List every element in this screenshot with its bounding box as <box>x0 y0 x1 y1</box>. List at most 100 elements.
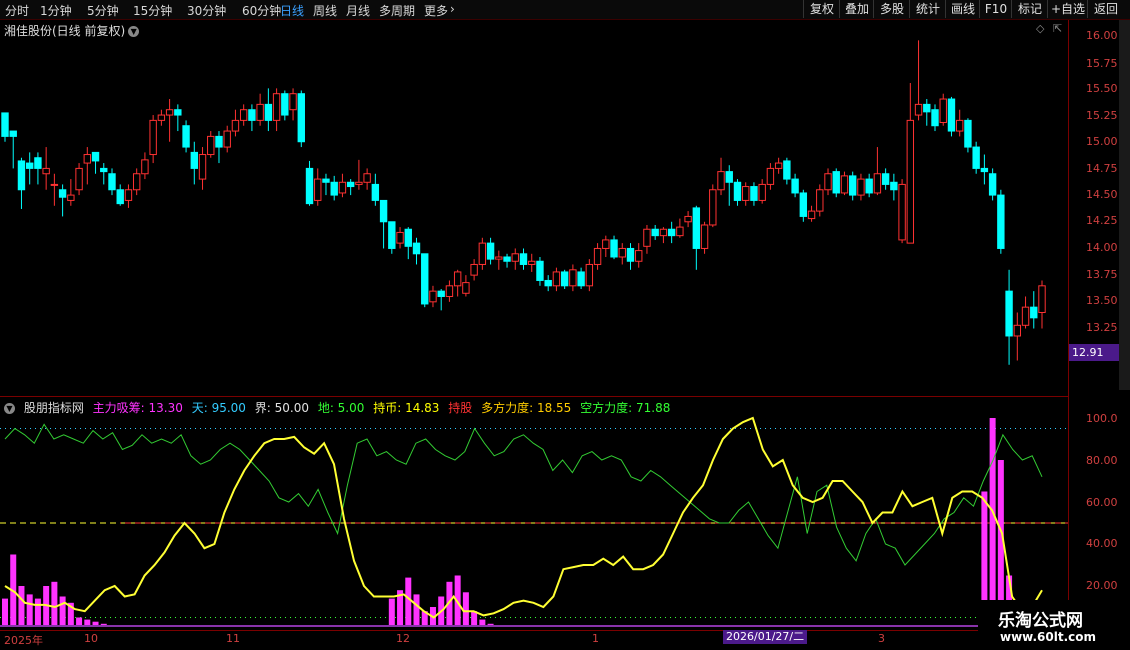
legend-kongfang: 空方力度: 71.88 <box>580 401 671 415</box>
candle-body <box>190 151 198 169</box>
candle-body <box>157 114 166 121</box>
candle-body <box>931 109 939 127</box>
candle-body <box>141 159 149 175</box>
candle-body <box>445 285 454 297</box>
indicator-axis-label: 60.00 <box>1086 496 1118 509</box>
candle-body <box>116 189 124 205</box>
candle-body <box>322 178 330 183</box>
candle-body <box>289 93 297 111</box>
candle-body <box>824 173 832 191</box>
candle-body <box>215 135 223 148</box>
legend-tian: 天: 95.00 <box>191 401 246 415</box>
indicator-legend: ▼ 股朋指标网 主力吸筹: 13.30 天: 95.00 界: 50.00 地:… <box>4 399 675 416</box>
candle-body <box>462 282 470 294</box>
candle-body <box>132 173 141 191</box>
date-label: 10 <box>84 632 98 645</box>
price-axis-label: 16.00 <box>1086 29 1118 42</box>
date-label: 11 <box>226 632 240 645</box>
price-axis-label: 15.75 <box>1086 57 1118 70</box>
candle-body <box>898 183 906 241</box>
price-axis-label: 14.50 <box>1086 188 1118 201</box>
candle-body <box>100 167 108 173</box>
candle-body <box>799 192 808 217</box>
candle-body <box>881 173 890 185</box>
indicator-name[interactable]: 股朋指标网 <box>24 401 84 415</box>
chart-canvas[interactable] <box>0 0 1068 630</box>
zhuli-bar <box>388 598 395 626</box>
zhuli-bar <box>26 594 33 626</box>
indicator-axis-label: 80.00 <box>1086 454 1118 467</box>
candle-body <box>486 242 495 260</box>
zhuli-bar <box>18 586 25 626</box>
candle-body <box>1013 324 1022 337</box>
candle-body <box>964 119 972 148</box>
candle-body <box>248 109 256 121</box>
watermark-title: 乐淘公式网 <box>998 611 1083 631</box>
price-axis-line <box>1068 20 1069 630</box>
candle-body <box>544 279 552 287</box>
candle-body <box>997 194 1005 249</box>
date-label: 3 <box>878 632 885 645</box>
candle-body <box>1030 306 1038 319</box>
candle-body <box>314 178 322 201</box>
candle-body <box>528 260 536 265</box>
candle-body <box>635 250 643 262</box>
selected-date-label: 2026/01/27/二 <box>723 630 808 644</box>
candle-body <box>972 146 980 169</box>
candle-body <box>816 189 824 212</box>
candle-body <box>34 157 42 169</box>
zhuli-bar <box>59 596 66 626</box>
candle-body <box>1005 290 1013 337</box>
candle-body <box>264 103 273 121</box>
candle-body <box>75 167 83 191</box>
candle-body <box>1021 306 1030 326</box>
candle-body <box>17 160 26 191</box>
button-back[interactable]: 返回 <box>1087 0 1124 18</box>
candle-body <box>429 290 437 303</box>
legend-duofang: 多方力度: 18.55 <box>481 401 572 415</box>
candle-body <box>873 173 882 194</box>
chevron-down-icon[interactable]: ▼ <box>4 403 15 414</box>
date-axis: 2025年 10 11 12 1 3 <box>0 630 1068 647</box>
candle-body <box>980 167 989 173</box>
candle-body <box>412 242 421 255</box>
price-axis-label: 15.00 <box>1086 135 1118 148</box>
candle-body <box>676 226 684 237</box>
candle-body <box>766 167 775 185</box>
candle-body <box>750 186 758 201</box>
candle-body <box>742 186 750 201</box>
candle-body <box>256 103 264 121</box>
candle-body <box>338 181 347 194</box>
candle-body <box>865 178 873 194</box>
price-axis-label: 14.25 <box>1086 214 1118 227</box>
candle-body <box>511 253 519 262</box>
zhuli-bar <box>2 598 8 626</box>
candle-body <box>495 256 503 260</box>
candle-body <box>536 260 544 281</box>
candle-body <box>602 239 610 249</box>
candle-body <box>914 103 923 116</box>
price-axis-label: 14.75 <box>1086 162 1118 175</box>
candle-body <box>906 119 915 244</box>
candle-body <box>577 271 585 287</box>
candle-body <box>560 271 569 287</box>
price-axis-label: 13.75 <box>1086 268 1118 281</box>
watermark: 乐淘公式网 www.60lt.com <box>978 600 1130 650</box>
price-axis-label: 15.50 <box>1086 82 1118 95</box>
candle-body <box>758 183 766 201</box>
candle-body <box>42 167 50 175</box>
side-panel-strip[interactable] <box>1119 20 1130 390</box>
candle-body <box>25 162 34 169</box>
zhuli-bar <box>471 611 478 626</box>
candle-body <box>453 271 462 287</box>
legend-chibi: 持币: 14.83 <box>373 401 440 415</box>
zhuli-bar <box>405 577 412 626</box>
candle-body <box>9 130 17 137</box>
candle-body <box>83 154 92 164</box>
legend-zhuli: 主力吸筹: 13.30 <box>92 401 183 415</box>
candle-body <box>272 93 281 121</box>
price-axis-label: 14.00 <box>1086 241 1118 254</box>
candle-body <box>124 189 133 201</box>
candle-body <box>297 93 305 143</box>
candle-body <box>709 189 717 226</box>
